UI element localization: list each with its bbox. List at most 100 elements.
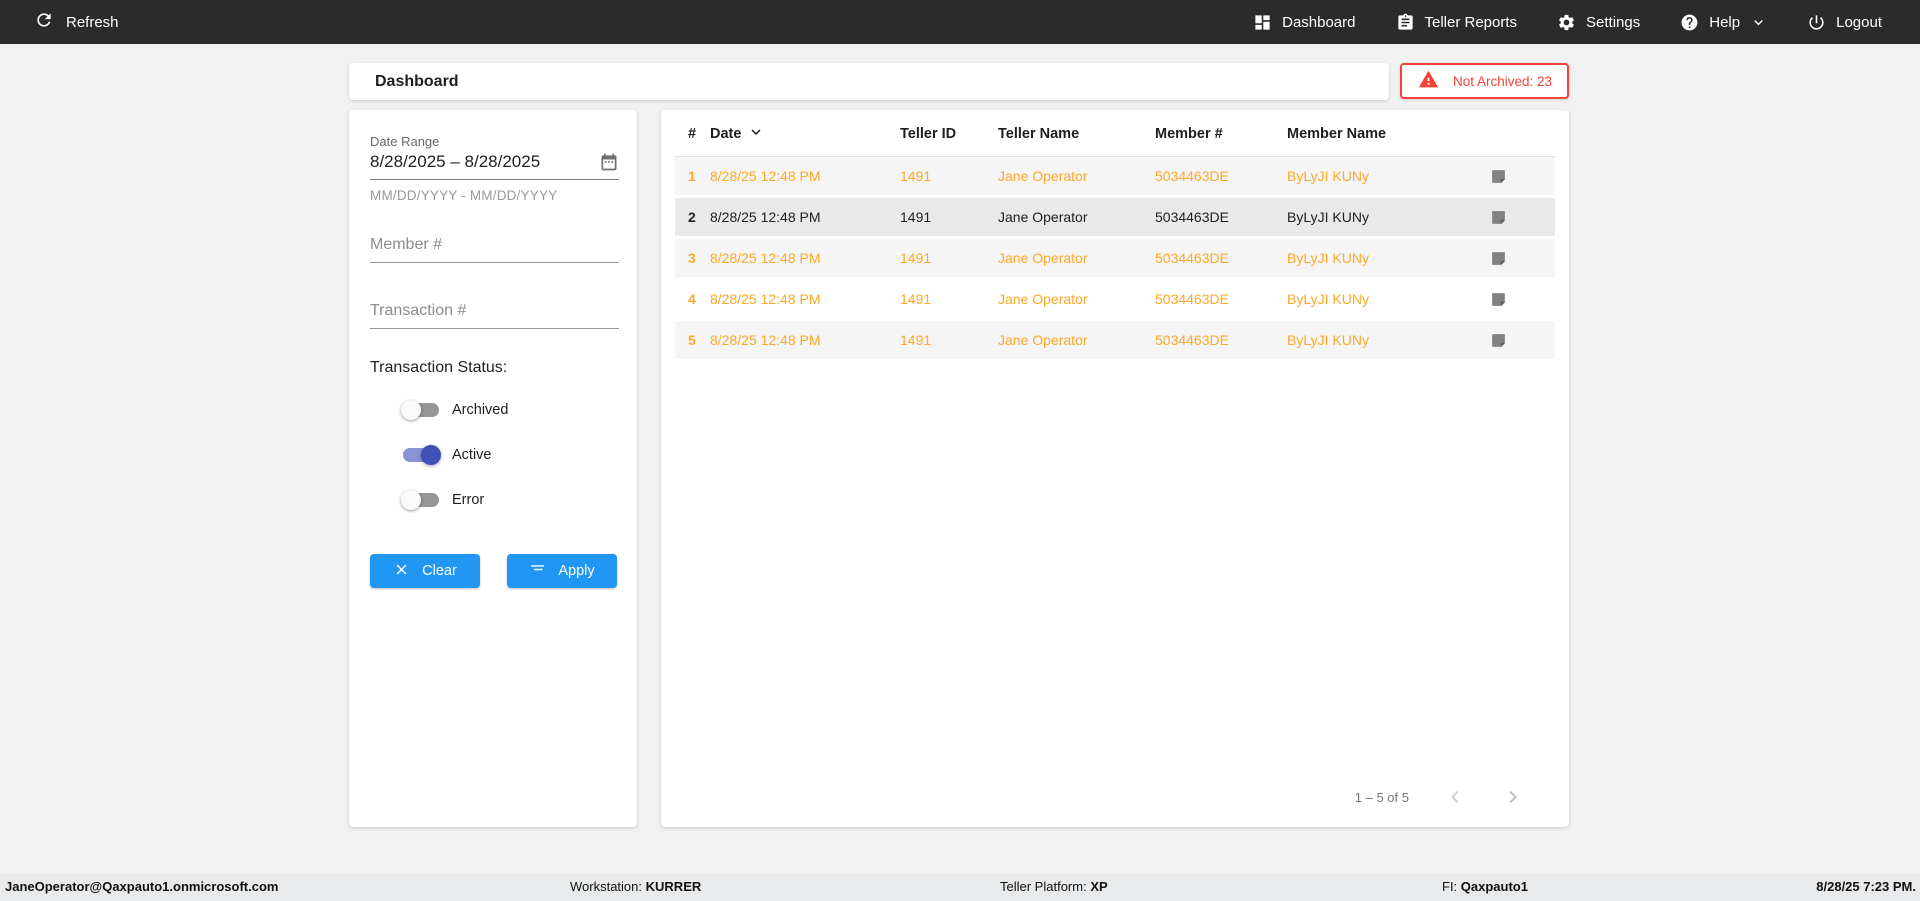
col-header-date-label: Date [710, 125, 742, 142]
cell-member-num: 5034463DE [1155, 209, 1229, 225]
cell-row-number: 5 [688, 332, 696, 348]
workstation-label: Workstation: [570, 879, 643, 894]
top-navbar: Refresh Dashboard Teller Reports Setting… [0, 0, 1920, 44]
nav-item-label: Settings [1586, 13, 1641, 31]
sort-desc-icon [747, 123, 765, 145]
teller-platform-info: Teller Platform: XP [1000, 873, 1108, 901]
cell-teller-id: 1491 [900, 250, 932, 266]
cell-member-num: 5034463DE [1155, 168, 1229, 184]
archived-toggle[interactable] [401, 400, 439, 420]
workstation-value: KURRER [645, 879, 702, 894]
page-title: Dashboard [375, 72, 459, 90]
toggle-label: Archived [452, 402, 509, 418]
nav-item-teller-reports[interactable]: Teller Reports [1396, 13, 1517, 32]
table-row[interactable]: 2 8/28/25 12:48 PM 1491 Jane Operator 50… [675, 198, 1555, 236]
toggle-row-active: Active [370, 443, 619, 467]
toggle-thumb [401, 400, 421, 420]
chevron-left-icon[interactable] [1443, 785, 1467, 809]
nav-item-label: Logout [1836, 13, 1882, 31]
cell-member-name: ByLyJI KUNy [1287, 291, 1369, 307]
active-toggle[interactable] [403, 445, 441, 465]
note-icon[interactable] [1490, 209, 1507, 226]
cell-row-number: 4 [688, 291, 696, 307]
clear-button[interactable]: Clear [370, 554, 480, 588]
date-range-input[interactable] [370, 152, 599, 172]
cell-member-num: 5034463DE [1155, 250, 1229, 266]
platform-value: XP [1090, 879, 1108, 894]
not-archived-alert[interactable]: Not Archived: 23 [1400, 63, 1569, 99]
cell-member-name: ByLyJI KUNy [1287, 209, 1369, 225]
close-icon [393, 561, 410, 582]
chevron-down-icon [1750, 14, 1767, 31]
date-range-field [370, 152, 619, 180]
col-header-member-num: Member # [1155, 125, 1223, 142]
status-datetime: 8/28/25 7:23 PM. [1816, 879, 1916, 894]
note-icon[interactable] [1490, 332, 1507, 349]
pagination-range-label: 1 – 5 of 5 [1354, 789, 1409, 805]
fi-info: FI: Qaxpauto1 [1442, 873, 1528, 901]
transaction-number-input[interactable] [370, 296, 619, 329]
table-row[interactable]: 5 8/28/25 12:48 PM 1491 Jane Operator 50… [675, 321, 1555, 359]
nav-item-settings[interactable]: Settings [1557, 13, 1640, 32]
platform-label: Teller Platform: [1000, 879, 1087, 894]
chevron-right-icon[interactable] [1501, 785, 1525, 809]
workstation-info: Workstation: KURRER [570, 873, 701, 901]
cell-member-name: ByLyJI KUNy [1287, 332, 1369, 348]
cell-teller-name: Jane Operator [998, 291, 1088, 307]
refresh-button[interactable]: Refresh [0, 10, 119, 34]
nav-item-logout[interactable]: Logout [1807, 13, 1882, 32]
power-icon [1807, 13, 1826, 32]
cell-teller-id: 1491 [900, 168, 932, 184]
col-header-date[interactable]: Date [710, 123, 900, 145]
col-header-teller-name: Teller Name [998, 125, 1080, 142]
nav-item-dashboard[interactable]: Dashboard [1253, 13, 1356, 32]
filter-icon [529, 561, 546, 582]
cell-date: 8/28/25 12:48 PM [710, 291, 821, 307]
nav-item-label: Dashboard [1282, 13, 1356, 31]
cell-member-name: ByLyJI KUNy [1287, 250, 1369, 266]
cell-teller-name: Jane Operator [998, 250, 1088, 266]
note-icon[interactable] [1490, 250, 1507, 267]
note-icon[interactable] [1490, 168, 1507, 185]
apply-button[interactable]: Apply [507, 554, 617, 588]
transaction-status-label: Transaction Status: [370, 359, 508, 376]
nav-menu: Dashboard Teller Reports Settings Help L… [1253, 13, 1920, 32]
cell-date: 8/28/25 12:48 PM [710, 209, 821, 225]
error-toggle[interactable] [401, 490, 439, 510]
cell-teller-id: 1491 [900, 291, 932, 307]
toggle-label: Active [452, 447, 492, 463]
cell-date: 8/28/25 12:48 PM [710, 332, 821, 348]
transactions-table: # Date Teller ID Teller Name Member # Me… [661, 110, 1569, 827]
cell-member-num: 5034463DE [1155, 332, 1229, 348]
help-icon [1680, 13, 1699, 32]
toggle-row-error: Error [370, 488, 619, 512]
table-row[interactable]: 1 8/28/25 12:48 PM 1491 Jane Operator 50… [675, 157, 1555, 195]
status-bar: JaneOperator@Qaxpauto1.onmicrosoft.com W… [0, 873, 1920, 901]
filter-panel: Date Range MM/DD/YYYY - MM/DD/YYYY Trans… [349, 110, 637, 827]
cell-date: 8/28/25 12:48 PM [710, 250, 821, 266]
toggle-label: Error [452, 492, 485, 508]
clipboard-icon [1396, 13, 1415, 32]
toggle-row-archived: Archived [370, 398, 619, 422]
cell-member-num: 5034463DE [1155, 291, 1229, 307]
table-header-row: # Date Teller ID Teller Name Member # Me… [675, 111, 1555, 157]
note-icon[interactable] [1490, 291, 1507, 308]
alert-label: Not Archived: 23 [1453, 73, 1553, 89]
toggle-thumb [401, 490, 421, 510]
page-header: Dashboard [349, 63, 1389, 100]
cell-teller-name: Jane Operator [998, 168, 1088, 184]
cell-member-name: ByLyJI KUNy [1287, 168, 1369, 184]
cell-row-number: 3 [688, 250, 696, 266]
cell-teller-name: Jane Operator [998, 209, 1088, 225]
table-row[interactable]: 4 8/28/25 12:48 PM 1491 Jane Operator 50… [675, 280, 1555, 318]
toggle-thumb [421, 445, 441, 465]
cell-teller-name: Jane Operator [998, 332, 1088, 348]
date-range-hint: MM/DD/YYYY - MM/DD/YYYY [370, 188, 558, 203]
member-number-input[interactable] [370, 230, 619, 263]
col-header-teller-id: Teller ID [900, 125, 957, 142]
warning-icon [1418, 69, 1439, 93]
table-row[interactable]: 3 8/28/25 12:48 PM 1491 Jane Operator 50… [675, 239, 1555, 277]
calendar-icon[interactable] [599, 152, 619, 172]
cell-date: 8/28/25 12:48 PM [710, 168, 821, 184]
nav-item-help[interactable]: Help [1680, 13, 1767, 32]
